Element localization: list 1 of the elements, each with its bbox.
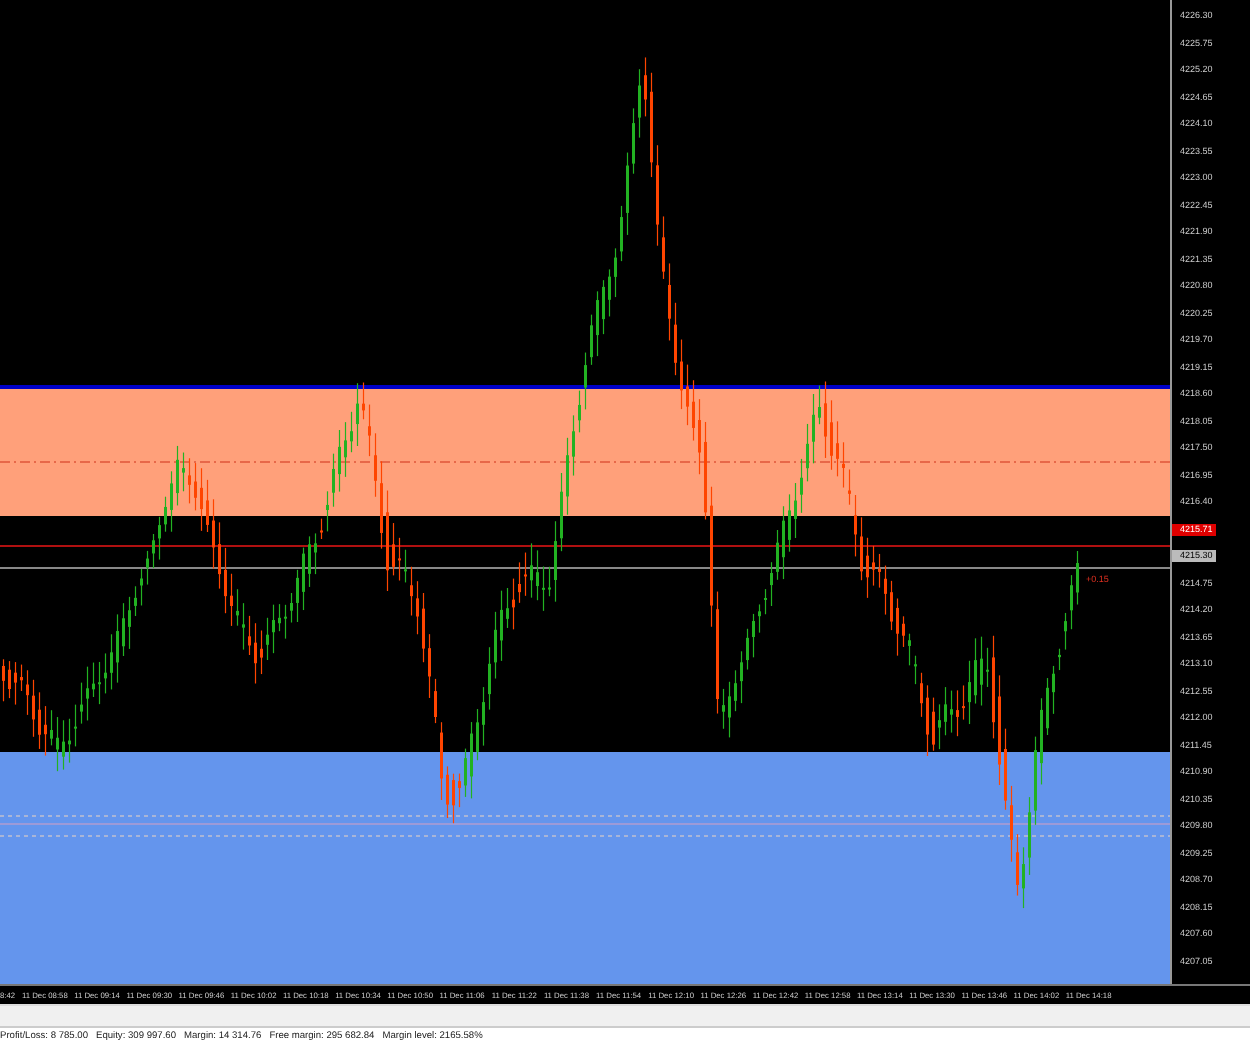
scrollbar[interactable] <box>0 1004 1250 1028</box>
